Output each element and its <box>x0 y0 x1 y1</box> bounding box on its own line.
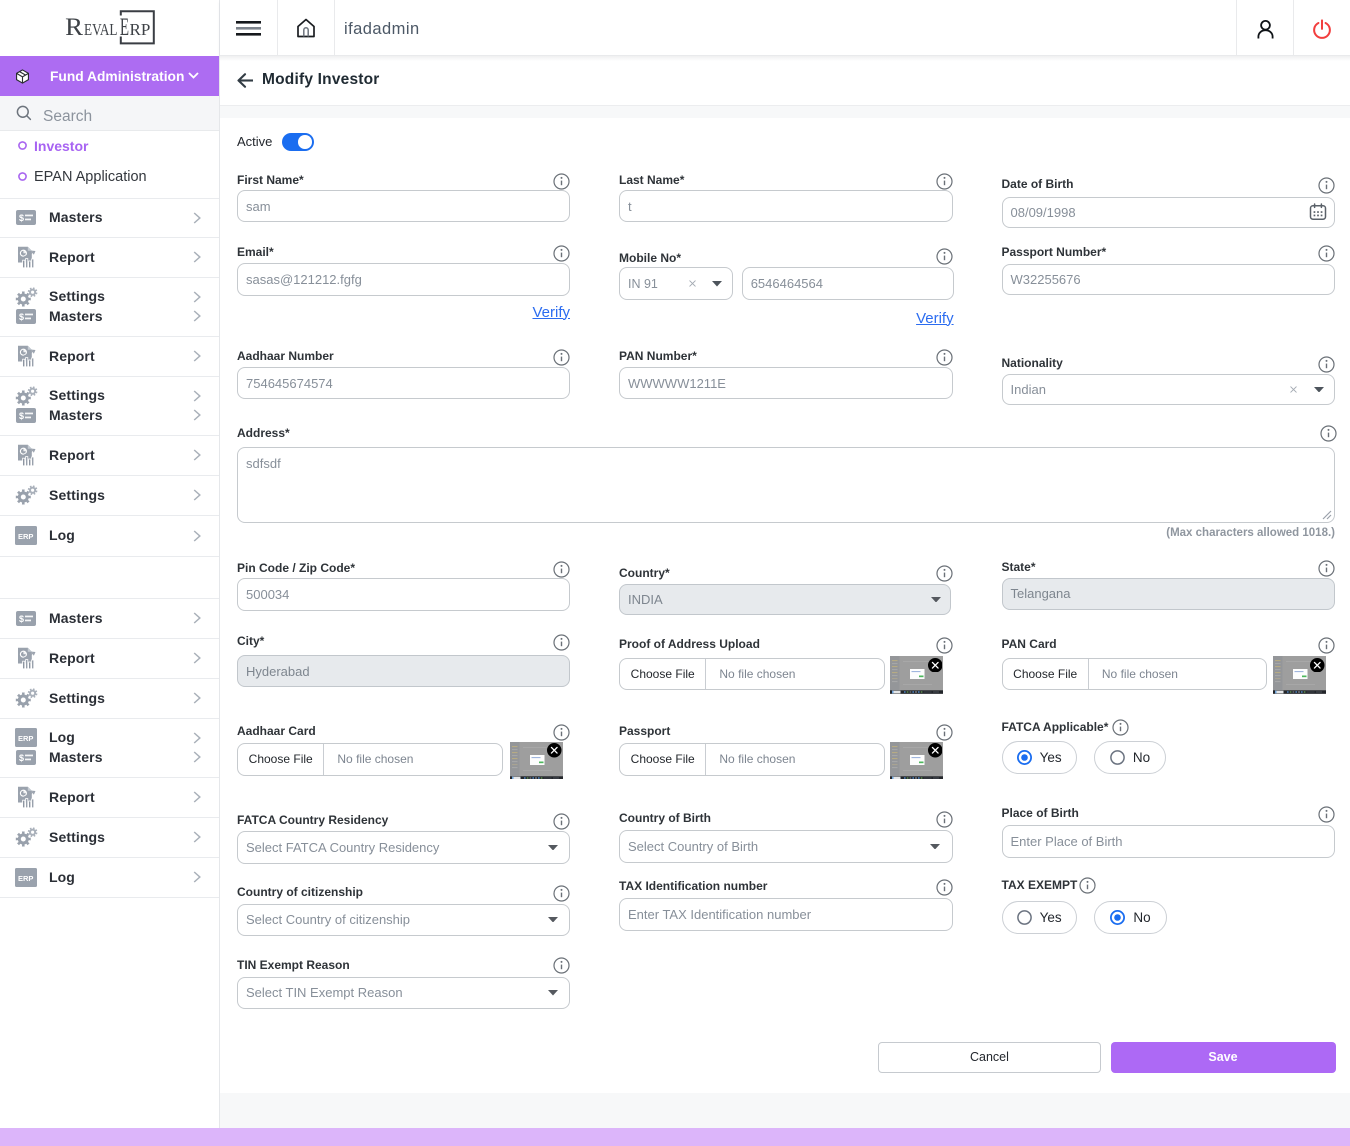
svg-text:ERP: ERP <box>18 532 33 541</box>
svg-text:$: $ <box>19 213 24 223</box>
svg-text:$: $ <box>19 753 24 763</box>
svg-text:R: R <box>65 14 83 41</box>
svg-text:RP: RP <box>130 20 151 39</box>
svg-text:$: $ <box>19 312 24 322</box>
svg-text:E: E <box>120 14 129 41</box>
svg-text:ERP: ERP <box>18 874 33 883</box>
svg-text:EVAL: EVAL <box>84 20 118 39</box>
svg-text:ERP: ERP <box>18 734 33 743</box>
svg-text:$: $ <box>19 614 24 624</box>
svg-text:$: $ <box>19 411 24 421</box>
